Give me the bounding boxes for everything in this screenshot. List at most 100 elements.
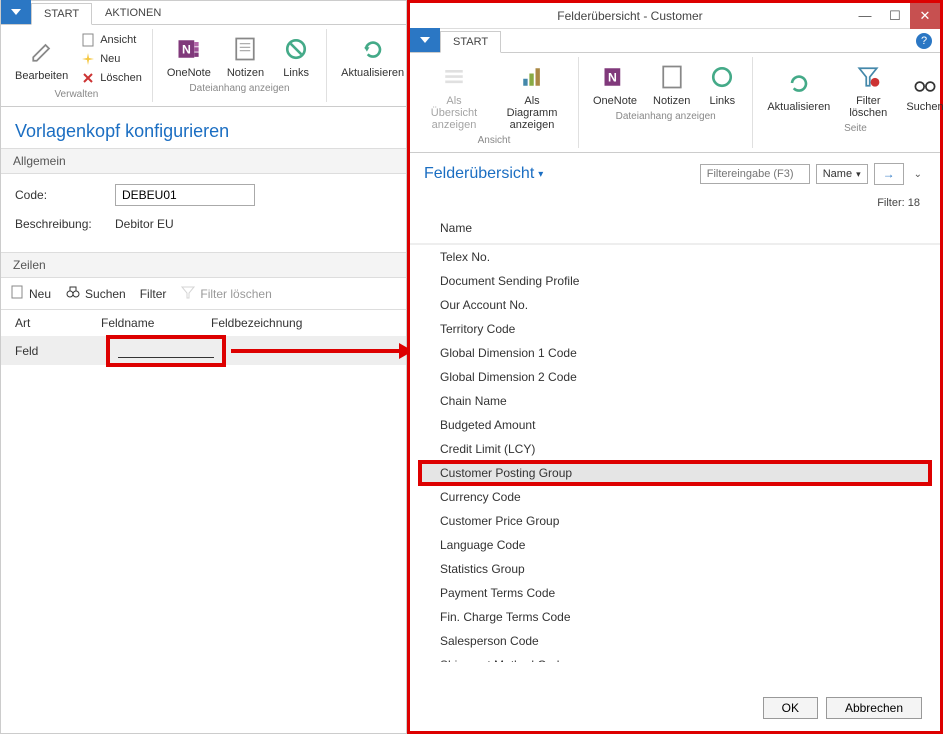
document-icon bbox=[80, 32, 96, 48]
list-item[interactable]: Budgeted Amount bbox=[410, 413, 940, 437]
view-button[interactable]: Ansicht bbox=[78, 31, 138, 49]
annotation-arrow bbox=[231, 349, 401, 353]
tab-start[interactable]: START bbox=[31, 3, 92, 25]
code-input[interactable] bbox=[115, 184, 255, 206]
grid-row[interactable]: Feld bbox=[1, 337, 406, 365]
section-general[interactable]: Allgemein bbox=[1, 148, 406, 174]
list-item[interactable]: Statistics Group bbox=[410, 557, 940, 581]
help-icon[interactable]: ? bbox=[916, 33, 932, 49]
ribbon: Bearbeiten Ansicht Neu Löschen bbox=[1, 25, 406, 107]
list-item[interactable]: Global Dimension 2 Code bbox=[410, 365, 940, 389]
page-title: Vorlagenkopf konfigurieren bbox=[1, 107, 406, 148]
refresh-button[interactable]: Aktualisieren bbox=[335, 31, 410, 81]
funnel-x-icon bbox=[852, 61, 884, 93]
list-item[interactable]: Telex No. bbox=[410, 245, 940, 269]
delete-x-icon bbox=[80, 70, 96, 86]
delete-button[interactable]: Löschen bbox=[78, 69, 144, 87]
col-feldbezeichnung[interactable]: Feldbezeichnung bbox=[211, 316, 331, 330]
maximize-button[interactable]: ☐ bbox=[880, 3, 910, 29]
list-item-highlighted[interactable]: Customer Posting Group bbox=[418, 460, 932, 486]
cell-art[interactable]: Feld bbox=[15, 344, 101, 358]
dialog-notes-button[interactable]: Notizen bbox=[647, 59, 696, 109]
new-doc-icon bbox=[9, 284, 25, 303]
show-as-overview-button[interactable]: Als Übersicht anzeigen bbox=[418, 59, 490, 133]
refresh-icon bbox=[783, 67, 815, 99]
new-button[interactable]: Neu bbox=[78, 50, 122, 68]
list-column-name[interactable]: Name bbox=[410, 213, 940, 244]
lines-clear-filter-button[interactable]: Filter löschen bbox=[180, 284, 271, 303]
dialog-tab-bar: START ? bbox=[410, 29, 940, 53]
grid-header: Art Feldname Feldbezeichnung bbox=[1, 310, 406, 337]
dialog-links-button[interactable]: Links bbox=[700, 59, 744, 109]
section-lines[interactable]: Zeilen bbox=[1, 252, 406, 278]
onenote-icon: N bbox=[173, 33, 205, 65]
col-art[interactable]: Art bbox=[15, 316, 101, 330]
dialog-file-menu-trigger[interactable] bbox=[410, 28, 440, 52]
notes-icon bbox=[229, 33, 261, 65]
list-item[interactable]: Global Dimension 1 Code bbox=[410, 341, 940, 365]
pencil-icon bbox=[26, 36, 58, 68]
lines-filter-button[interactable]: Filter bbox=[140, 287, 167, 301]
onenote-button[interactable]: N OneNote bbox=[161, 31, 217, 81]
dialog-refresh-button[interactable]: Aktualisieren bbox=[761, 59, 836, 121]
lines-search-button[interactable]: Suchen bbox=[65, 284, 126, 303]
lines-new-button[interactable]: Neu bbox=[9, 284, 51, 303]
list-item[interactable]: Salesperson Code bbox=[410, 629, 940, 653]
dialog-group-attach: Dateianhang anzeigen bbox=[616, 111, 716, 122]
ribbon-group-manage: Verwalten bbox=[54, 89, 98, 100]
dialog-clear-filter-button[interactable]: Filter löschen bbox=[840, 59, 896, 121]
field-list[interactable]: Telex No.Document Sending ProfileOur Acc… bbox=[410, 244, 940, 662]
dialog-group-view: Ansicht bbox=[478, 135, 511, 146]
list-item[interactable]: Customer Price Group bbox=[410, 509, 940, 533]
ok-button[interactable]: OK bbox=[763, 697, 818, 719]
chevron-down-icon[interactable]: ▾ bbox=[538, 169, 543, 180]
list-item[interactable]: Payment Terms Code bbox=[410, 581, 940, 605]
list-item[interactable]: Currency Code bbox=[410, 485, 940, 509]
filter-field-dropdown[interactable]: Name ▾ bbox=[816, 164, 868, 184]
links-button[interactable]: Links bbox=[274, 31, 318, 81]
funnel-x-icon bbox=[180, 284, 196, 303]
list-item[interactable]: Language Code bbox=[410, 533, 940, 557]
list-item[interactable]: Shipment Method Code bbox=[410, 653, 940, 662]
dialog-onenote-button[interactable]: N OneNote bbox=[587, 59, 643, 109]
binoculars-icon bbox=[65, 284, 81, 303]
code-label: Code: bbox=[15, 188, 115, 202]
file-menu-trigger[interactable] bbox=[1, 0, 31, 24]
dialog-ribbon: Als Übersicht anzeigen Als Diagramm anze… bbox=[410, 53, 940, 153]
lines-toolbar: Neu Suchen Filter Filter löschen bbox=[1, 278, 406, 310]
list-title[interactable]: Felderübersicht bbox=[424, 165, 534, 183]
field-overview-dialog: Felderübersicht - Customer — ☐ ✕ START ?… bbox=[407, 0, 943, 734]
list-item[interactable]: Our Account No. bbox=[410, 293, 940, 317]
list-item[interactable]: Document Sending Profile bbox=[410, 269, 940, 293]
description-label: Beschreibung: bbox=[15, 217, 115, 231]
dialog-tab-start[interactable]: START bbox=[440, 31, 501, 53]
notes-button[interactable]: Notizen bbox=[221, 31, 270, 81]
highlight-feldname-cell bbox=[106, 335, 226, 367]
close-button[interactable]: ✕ bbox=[910, 3, 940, 29]
col-feldname[interactable]: Feldname bbox=[101, 316, 211, 330]
list-item[interactable]: Chain Name bbox=[410, 389, 940, 413]
list-item[interactable]: Territory Code bbox=[410, 317, 940, 341]
expand-chevron[interactable]: ⌄ bbox=[910, 166, 926, 183]
list-item[interactable]: Fin. Charge Terms Code bbox=[410, 605, 940, 629]
notes-icon bbox=[656, 61, 688, 93]
description-value[interactable]: Debitor EU bbox=[115, 214, 174, 234]
links-icon bbox=[280, 33, 312, 65]
chevron-down-icon: ▾ bbox=[856, 169, 861, 180]
minimize-button[interactable]: — bbox=[850, 3, 880, 29]
main-window: START AKTIONEN Bearbeiten Ansicht bbox=[0, 0, 407, 734]
filter-go-button[interactable]: → bbox=[874, 163, 904, 185]
filter-input[interactable] bbox=[700, 164, 810, 184]
links-icon bbox=[706, 61, 738, 93]
dialog-search-button[interactable]: Suchen bbox=[900, 59, 943, 121]
tab-actions[interactable]: AKTIONEN bbox=[92, 2, 174, 24]
sparkle-icon bbox=[80, 51, 96, 67]
edit-button[interactable]: Bearbeiten bbox=[9, 31, 74, 87]
show-as-chart-button[interactable]: Als Diagramm anzeigen bbox=[494, 59, 570, 133]
dialog-title: Felderübersicht - Customer bbox=[410, 9, 850, 23]
ribbon-group-attach: Dateianhang anzeigen bbox=[189, 83, 289, 94]
list-item[interactable]: Credit Limit (LCY) bbox=[410, 437, 940, 461]
cancel-button[interactable]: Abbrechen bbox=[826, 697, 922, 719]
chart-icon bbox=[516, 61, 548, 93]
tab-bar: START AKTIONEN bbox=[1, 1, 406, 25]
